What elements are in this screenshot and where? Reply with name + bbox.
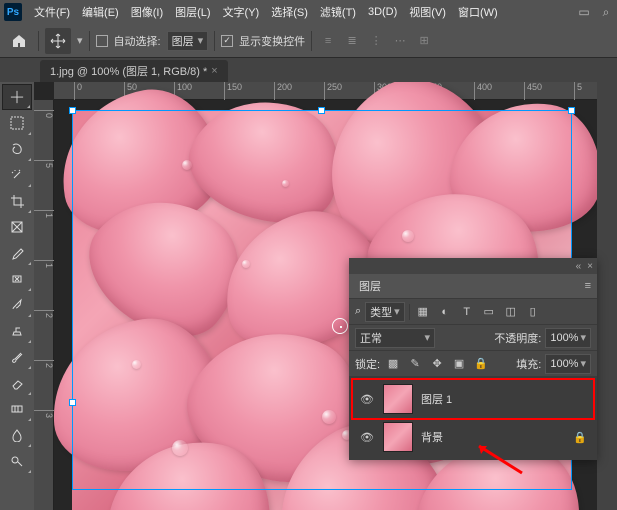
opacity-label: 不透明度:: [494, 330, 541, 346]
show-transform-label: 显示变换控件: [239, 33, 305, 49]
menu-image[interactable]: 图像(I): [125, 4, 169, 20]
layer-thumbnail[interactable]: [383, 422, 413, 452]
lasso-tool[interactable]: [2, 136, 32, 162]
panel-menu-icon[interactable]: ≡: [579, 280, 597, 292]
filter-smart-icon[interactable]: ◫: [502, 303, 520, 321]
frame-tool[interactable]: [2, 214, 32, 240]
toolbox: [0, 82, 34, 510]
cursor-icon: [332, 318, 348, 334]
layer-filter-type[interactable]: 类型▾: [365, 302, 405, 322]
move-tool[interactable]: [2, 84, 32, 110]
menu-3d[interactable]: 3D(D): [362, 6, 403, 18]
filter-toggle-icon[interactable]: ▯: [524, 303, 542, 321]
align-icon[interactable]: ≣: [342, 31, 362, 51]
align-icon[interactable]: ⊞: [414, 31, 434, 51]
layer-item[interactable]: 👁 背景 🔒: [353, 418, 593, 456]
lock-artboard-icon[interactable]: ▣: [450, 355, 468, 373]
menu-bar: Ps 文件(F) 编辑(E) 图像(I) 图层(L) 文字(Y) 选择(S) 滤…: [0, 0, 617, 24]
lock-label: 锁定:: [355, 356, 380, 372]
fill-label: 填充:: [516, 356, 541, 372]
menu-select[interactable]: 选择(S): [265, 4, 314, 20]
panel-close-icon[interactable]: ×: [587, 261, 593, 272]
layer-name[interactable]: 图层 1: [421, 391, 452, 407]
auto-select-checkbox[interactable]: [96, 35, 108, 47]
marquee-tool[interactable]: [2, 110, 32, 136]
lock-position-icon[interactable]: ✥: [428, 355, 446, 373]
search-icon: ⌕: [355, 305, 361, 318]
menu-file[interactable]: 文件(F): [28, 4, 76, 20]
fill-value[interactable]: 100%▾: [545, 354, 591, 374]
blend-mode-select[interactable]: 正常▾: [355, 328, 435, 348]
layers-panel: « × 图层 ≡ ⌕ 类型▾ ▦ ◐ T ▭ ◫ ▯ 正常▾ 不透明度: 100…: [349, 258, 597, 460]
close-tab-icon[interactable]: ×: [211, 65, 217, 77]
right-panel-strip[interactable]: [597, 82, 617, 510]
document-tab-bar: 1.jpg @ 100% (图层 1, RGB/8) * ×: [0, 58, 617, 82]
ruler-vertical: 0 5 1 1 2 2 3: [34, 100, 54, 510]
lock-all-icon[interactable]: 🔒: [472, 355, 490, 373]
lock-transparent-icon[interactable]: ▩: [384, 355, 402, 373]
ps-logo: Ps: [4, 3, 22, 21]
search-icon[interactable]: ⌕: [595, 1, 617, 23]
home-icon[interactable]: [6, 28, 32, 54]
document-title: 1.jpg @ 100% (图层 1, RGB/8) *: [50, 63, 207, 79]
lock-icon: 🔒: [573, 431, 587, 444]
menu-layer[interactable]: 图层(L): [169, 4, 216, 20]
opacity-value[interactable]: 100%▾: [545, 328, 591, 348]
options-bar: ▾ 自动选择: 图层▾ ✓ 显示变换控件 ≡ ≣ ⋮ ⋯ ⊞: [0, 24, 617, 58]
filter-pixel-icon[interactable]: ▦: [414, 303, 432, 321]
crop-tool[interactable]: [2, 188, 32, 214]
menu-filter[interactable]: 滤镜(T): [314, 4, 362, 20]
layer-item[interactable]: 👁 图层 1: [353, 380, 593, 418]
layer-name[interactable]: 背景: [421, 429, 443, 445]
align-icons: ≡ ≣ ⋮ ⋯ ⊞: [318, 31, 434, 51]
visibility-toggle-icon[interactable]: 👁: [359, 391, 375, 407]
dodge-tool[interactable]: [2, 448, 32, 474]
menu-edit[interactable]: 编辑(E): [76, 4, 125, 20]
align-icon[interactable]: ⋮: [366, 31, 386, 51]
brush-tool[interactable]: [2, 292, 32, 318]
align-icon[interactable]: ≡: [318, 31, 338, 51]
window-control-icon[interactable]: ▭: [573, 1, 595, 23]
blur-tool[interactable]: [2, 422, 32, 448]
menu-view[interactable]: 视图(V): [403, 4, 452, 20]
show-transform-checkbox[interactable]: ✓: [221, 35, 233, 47]
auto-select-label: 自动选择:: [114, 33, 161, 49]
menu-window[interactable]: 窗口(W): [452, 4, 504, 20]
visibility-toggle-icon[interactable]: 👁: [359, 429, 375, 445]
history-brush-tool[interactable]: [2, 344, 32, 370]
align-icon[interactable]: ⋯: [390, 31, 410, 51]
filter-shape-icon[interactable]: ▭: [480, 303, 498, 321]
filter-adjust-icon[interactable]: ◐: [436, 303, 454, 321]
clone-stamp-tool[interactable]: [2, 318, 32, 344]
eyedropper-tool[interactable]: [2, 240, 32, 266]
auto-select-target[interactable]: 图层▾: [167, 31, 209, 51]
healing-tool[interactable]: [2, 266, 32, 292]
filter-type-icon[interactable]: T: [458, 303, 476, 321]
layers-tab[interactable]: 图层: [349, 274, 391, 298]
gradient-tool[interactable]: [2, 396, 32, 422]
lock-paint-icon[interactable]: ✎: [406, 355, 424, 373]
layer-thumbnail[interactable]: [383, 384, 413, 414]
magic-wand-tool[interactable]: [2, 162, 32, 188]
document-tab[interactable]: 1.jpg @ 100% (图层 1, RGB/8) * ×: [40, 60, 228, 82]
menu-type[interactable]: 文字(Y): [217, 4, 266, 20]
eraser-tool[interactable]: [2, 370, 32, 396]
panel-collapse-icon[interactable]: «: [576, 261, 582, 272]
move-tool-icon[interactable]: [45, 28, 71, 54]
